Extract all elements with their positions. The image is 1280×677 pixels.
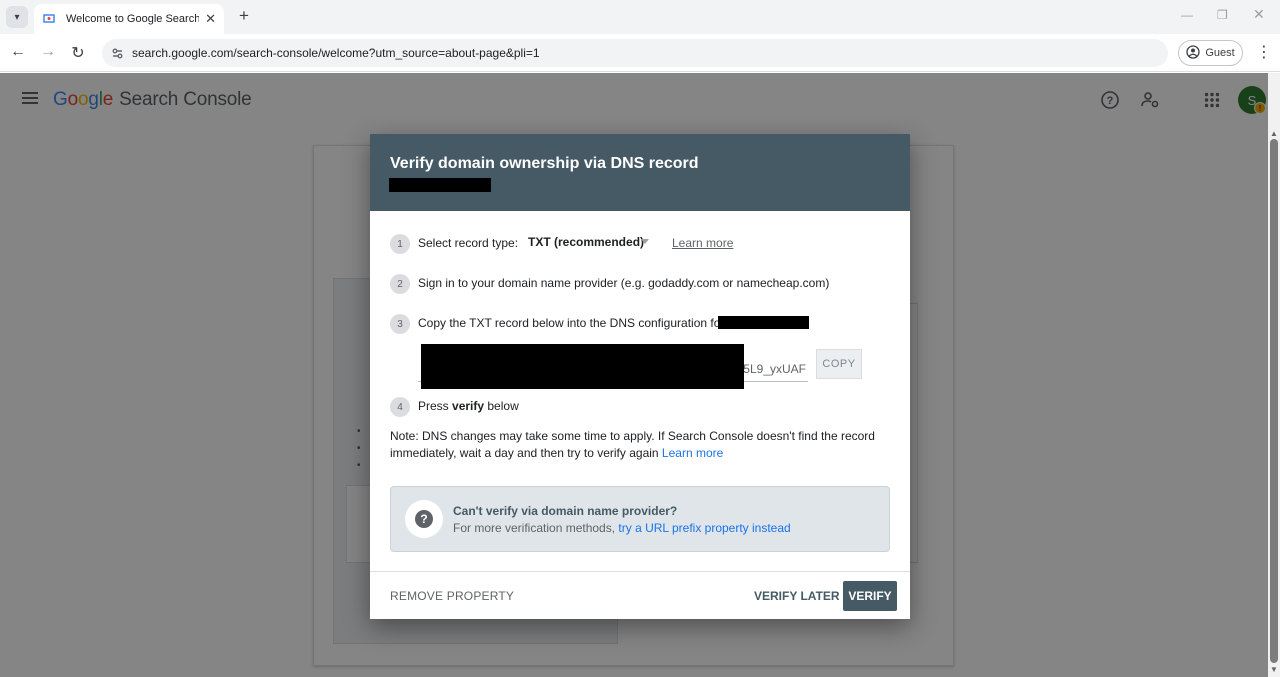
reload-icon[interactable]: ↻	[68, 43, 88, 63]
step-number: 4	[390, 397, 410, 417]
step-number: 2	[390, 274, 410, 294]
browser-tabstrip: ▾ Welcome to Google Search Co ✕ + — ❐ ✕	[0, 0, 1280, 34]
account-circle-icon	[1186, 44, 1200, 62]
help-circle-icon: ?	[415, 510, 433, 528]
dialog-footer: REMOVE PROPERTY VERIFY LATER VERIFY	[370, 571, 910, 619]
learn-more-link[interactable]: Learn more	[672, 236, 733, 250]
alt-desc-text: For more verification methods,	[453, 521, 616, 535]
note-learn-more-link[interactable]: Learn more	[662, 446, 723, 460]
dropdown-arrow-icon[interactable]	[641, 239, 649, 244]
redacted-domain	[389, 178, 491, 192]
redacted-domain	[718, 316, 809, 329]
step-text-part: below	[484, 399, 519, 413]
verify-button[interactable]: VERIFY	[843, 581, 897, 611]
tab-title: Welcome to Google Search Co	[66, 13, 200, 25]
site-info-icon[interactable]	[110, 46, 124, 60]
search-console-favicon-icon	[42, 12, 56, 26]
note-text: Note: DNS changes may take some time to …	[390, 429, 875, 460]
alternative-method-box: ? Can't verify via domain name provider?…	[390, 486, 890, 552]
alt-title: Can't verify via domain name provider?	[453, 504, 678, 518]
url-text: search.google.com/search-console/welcome…	[132, 46, 540, 60]
profile-button[interactable]: Guest	[1178, 40, 1243, 66]
dialog-title: Verify domain ownership via DNS record	[390, 155, 699, 172]
url-prefix-link[interactable]: try a URL prefix property instead	[618, 521, 790, 535]
remove-property-button[interactable]: REMOVE PROPERTY	[390, 589, 514, 603]
scroll-down-icon[interactable]: ▼	[1270, 665, 1278, 674]
help-circle-wrap: ?	[405, 500, 443, 538]
step-number: 3	[390, 314, 410, 334]
step-text-bold: verify	[452, 399, 485, 413]
tab-close-icon[interactable]: ✕	[205, 11, 216, 27]
step-text: Sign in to your domain name provider (e.…	[418, 276, 830, 290]
tab-search-icon[interactable]: ▾	[6, 6, 28, 28]
browser-toolbar: ← → ↻ search.google.com/search-console/w…	[0, 34, 1280, 72]
profile-label: Guest	[1205, 47, 1235, 59]
browser-menu-icon[interactable]: ⋮	[1256, 42, 1272, 62]
alt-desc: For more verification methods, try a URL…	[453, 521, 791, 535]
copy-button[interactable]: COPY	[816, 349, 862, 379]
address-bar[interactable]: search.google.com/search-console/welcome…	[102, 39, 1168, 67]
scroll-up-icon[interactable]: ▲	[1270, 129, 1278, 138]
browser-tab[interactable]: Welcome to Google Search Co ✕	[34, 4, 224, 34]
minimize-icon[interactable]: —	[1181, 8, 1193, 22]
verify-dns-dialog: Verify domain ownership via DNS record 1…	[370, 134, 910, 619]
dialog-header: Verify domain ownership via DNS record	[370, 134, 910, 211]
verify-later-button[interactable]: VERIFY LATER	[754, 589, 840, 603]
step-text: Select record type:	[418, 236, 519, 250]
close-window-icon[interactable]: ✕	[1253, 6, 1265, 23]
forward-icon[interactable]: →	[38, 43, 58, 61]
txt-record-value: -5L9_yxUAF	[739, 362, 806, 376]
step-text: Press verify below	[418, 399, 519, 413]
back-icon[interactable]: ←	[8, 43, 28, 61]
restore-icon[interactable]: ❐	[1217, 8, 1228, 22]
new-tab-icon[interactable]: +	[234, 6, 254, 26]
dns-note: Note: DNS changes may take some time to …	[390, 428, 890, 462]
step-text-part: Press	[418, 399, 453, 413]
record-type-select[interactable]: TXT (recommended)	[528, 235, 644, 249]
step-number: 1	[390, 234, 410, 254]
page-scrollbar[interactable]: ▲ ▼	[1268, 73, 1280, 677]
scrollbar-thumb[interactable]	[1270, 139, 1278, 663]
step-text: Copy the TXT record below into the DNS c…	[418, 316, 725, 330]
redacted-txt-record	[421, 344, 744, 389]
